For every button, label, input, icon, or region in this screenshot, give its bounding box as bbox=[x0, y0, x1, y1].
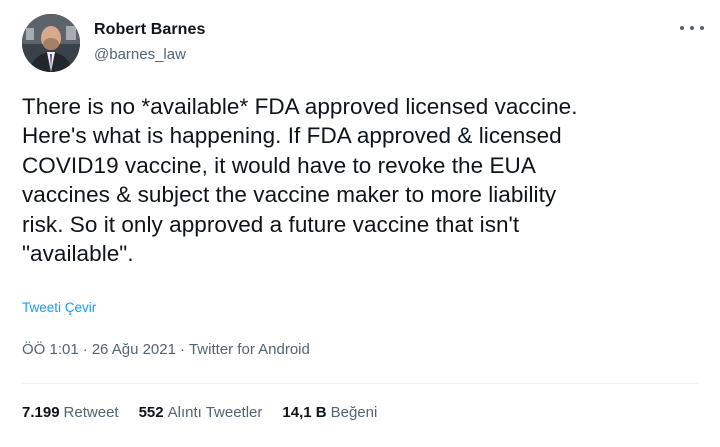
like-stat[interactable]: 14,1 B Beğeni bbox=[282, 404, 377, 421]
like-count: 14,1 B bbox=[282, 404, 327, 421]
dot-icon bbox=[690, 26, 694, 30]
profile-photo-image bbox=[22, 14, 80, 72]
retweet-stat[interactable]: 7.199 Retweet bbox=[22, 404, 119, 421]
user-handle[interactable]: @barnes_law bbox=[94, 46, 186, 63]
tweet-text: There is no *available* FDA approved lic… bbox=[22, 94, 578, 267]
display-name[interactable]: Robert Barnes bbox=[94, 21, 206, 39]
separator: · bbox=[82, 341, 88, 358]
tweet-time[interactable]: ÖÖ 1:01 bbox=[22, 341, 79, 358]
retweet-count: 7.199 bbox=[22, 404, 60, 421]
quote-label: Alıntı Tweetler bbox=[167, 404, 263, 421]
engagement-stats: 7.199 Retweet 552 Alıntı Tweetler 14,1 B Be… bbox=[22, 404, 397, 421]
dot-icon bbox=[680, 26, 684, 30]
retweet-label: Retweet bbox=[63, 404, 119, 421]
avatar[interactable] bbox=[22, 14, 80, 72]
dot-icon bbox=[700, 26, 704, 30]
tweet-source[interactable]: Twitter for Android bbox=[189, 341, 310, 358]
like-label: Beğeni bbox=[330, 404, 378, 421]
quote-count: 552 bbox=[138, 404, 164, 421]
divider bbox=[22, 383, 698, 384]
tweet-date[interactable]: 26 Ağu 2021 bbox=[92, 341, 176, 358]
quote-stat[interactable]: 552 Alıntı Tweetler bbox=[139, 404, 263, 421]
translate-tweet-link[interactable]: Tweeti Çevir bbox=[22, 300, 96, 315]
tweet-metadata: ÖÖ 1:01 · 26 Ağu 2021 · Twitter for Android bbox=[22, 341, 310, 358]
separator: · bbox=[179, 341, 185, 358]
more-options-icon[interactable] bbox=[680, 20, 704, 36]
tweet-card: Robert Barnes @barnes_law There is no *a… bbox=[0, 0, 720, 447]
